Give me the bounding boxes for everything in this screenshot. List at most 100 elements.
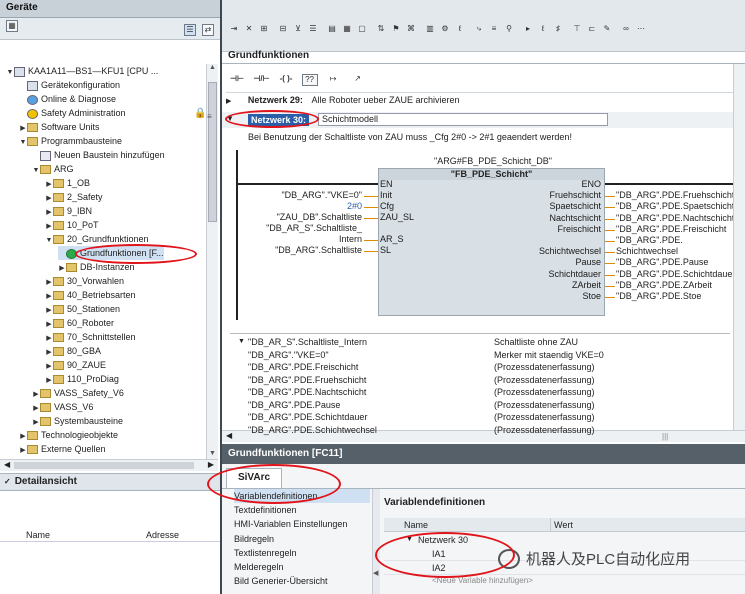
expand-down-icon[interactable]: ▼ — [238, 338, 245, 345]
symbol-name[interactable]: "DB_ARG".PDE.Freischicht — [248, 362, 358, 372]
param-icon[interactable]: ♯ — [552, 24, 564, 36]
fb-output-actual[interactable]: "DB_ARG".PDE.Stoe — [616, 291, 701, 301]
nav-item[interactable]: Bild Generier-Übersicht — [234, 574, 328, 588]
detail-col-address[interactable]: Adresse — [146, 528, 179, 542]
network-view-icon[interactable]: ⇄ — [202, 24, 214, 36]
fb-input-actual[interactable]: 2#0 — [347, 201, 362, 211]
delete-icon[interactable]: ✕ — [243, 24, 255, 36]
tool-icon[interactable]: ✎ — [601, 24, 613, 36]
variable-icon[interactable]: ⌘ — [405, 24, 417, 36]
contact-icon[interactable]: ℓ — [454, 24, 466, 36]
tree-item[interactable]: ▶ VASS_V6 — [32, 400, 93, 414]
pin-icon[interactable]: ⊻ — [292, 24, 304, 36]
nav-item[interactable]: Textdefinitionen — [234, 503, 297, 517]
glasses-icon[interactable]: ∞ — [620, 24, 632, 36]
fb-output-actual[interactable]: Schichtwechsel — [616, 246, 678, 256]
nav-item[interactable]: Melderegeln — [234, 560, 284, 574]
fb-output-actual[interactable]: "DB_ARG".PDE.Nachtschicht — [616, 213, 734, 223]
fb-output-actual[interactable]: "DB_ARG".PDE.Spaetschicht — [616, 201, 734, 211]
tree-item[interactable]: ▶ 9_IBN — [45, 204, 92, 218]
view-toggle-icon[interactable]: ☰ — [184, 24, 196, 36]
fb-output-actual[interactable]: "DB_ARG".PDE. — [616, 235, 683, 245]
tree-item[interactable]: ▶ Technologieobjekte — [19, 428, 118, 442]
nav-item[interactable]: Bildregeln — [234, 532, 274, 546]
tree-item[interactable]: ▶ Software Units — [19, 120, 100, 134]
table-icon[interactable]: ▥ — [424, 24, 436, 36]
fb-input-actual[interactable]: "DB_AR_S".Schaltliste_ — [266, 223, 362, 233]
instance-db[interactable]: "ARG#FB_PDE_Schicht_DB" — [434, 156, 552, 166]
list-icon[interactable]: ☰ — [307, 24, 319, 36]
network-30-title[interactable]: Schichtmodell — [318, 113, 608, 126]
nav-item[interactable]: HMI-Variablen Einstellungen — [234, 517, 347, 531]
fb-input-actual[interactable]: "ZAU_DB".Schaltliste — [277, 212, 362, 222]
tree-scrollbar[interactable]: ▲ ▼ — [206, 64, 218, 459]
nav-scrollbar[interactable]: ◀ — [372, 489, 380, 594]
expand-right-icon[interactable]: ▶ — [226, 98, 231, 105]
tree-item[interactable]: ▶ 50_Stationen — [45, 302, 120, 316]
tree-item[interactable]: ▼ KAA1A11—BS1—KFU1 [CPU ... — [6, 64, 158, 78]
watch-icon[interactable]: ⚲ — [503, 24, 515, 36]
tree-item[interactable]: ▶ 110_ProDiag — [45, 372, 119, 386]
symbol-name[interactable]: "DB_ARG"."VKE=0" — [248, 350, 329, 360]
tree-item[interactable]: ▶ 90_ZAUE — [45, 358, 106, 372]
fb-input-actual[interactable]: "DB_ARG"."VKE=0" — [281, 190, 362, 200]
symbol-icon[interactable]: ⚑ — [390, 24, 402, 36]
tree-hscrollbar[interactable]: ◀ ▶ — [0, 459, 218, 471]
tree-item[interactable]: ▶ 2_Safety — [45, 190, 103, 204]
close-branch-icon[interactable]: ↗ — [349, 74, 367, 86]
symbol-name[interactable]: "DB_ARG".PDE.Pause — [248, 400, 340, 410]
network-29-row[interactable]: ▶ Netzwerk 29: Alle Roboter ueber ZAUE a… — [226, 95, 460, 105]
grid-icon[interactable]: ▤ — [326, 24, 338, 36]
expand-open-icon[interactable]: ▼ — [6, 66, 14, 80]
menu-icon[interactable]: ≡ — [207, 112, 212, 121]
tree-item[interactable]: ▶ 80_GBA — [45, 344, 101, 358]
tree-item[interactable]: ▼ ARG — [32, 162, 74, 176]
expand-open-icon[interactable]: ▼ — [32, 164, 40, 178]
tree-item[interactable]: ▶ 10_PoT — [45, 218, 99, 232]
no-contact-icon[interactable]: ⊣⊢ — [228, 74, 246, 86]
symbol-name[interactable]: "DB_AR_S".Schaltliste_Intern — [248, 337, 367, 347]
insert-row-icon[interactable]: ⊞ — [258, 24, 270, 36]
mode-icon[interactable]: ⚙ — [439, 24, 451, 36]
fb-output-actual[interactable]: "DB_ARG".PDE.Pause — [616, 257, 708, 267]
tree-item[interactable]: Online & Diagnose — [19, 92, 116, 106]
project-icon[interactable]: ▦ — [6, 20, 18, 32]
fb-output-actual[interactable]: "DB_ARG".PDE.Schichtdauer — [616, 269, 735, 279]
network-icon[interactable]: ⊏ — [586, 24, 598, 36]
tree-item[interactable]: Neuen Baustein hinzufügen — [32, 148, 165, 162]
tree-item[interactable]: ▶ Systembausteine — [32, 414, 123, 428]
symbol-name[interactable]: "DB_ARG".PDE.Schichtwechsel — [248, 425, 377, 435]
tree-item[interactable]: Safety Administration — [19, 106, 126, 120]
tree-item[interactable]: ▶ 40_Betriebsarten — [45, 288, 136, 302]
expand-open-icon[interactable]: ▼ — [45, 234, 53, 248]
fb-output-actual[interactable]: "DB_ARG".PDE.Fruehschicht — [616, 190, 734, 200]
tree-item[interactable]: ▶ VASS_Safety_V6 — [32, 386, 124, 400]
nav-item[interactable]: Textlistenregeln — [234, 546, 297, 560]
open-branch-icon[interactable]: ↦ — [324, 74, 342, 86]
nc-contact-icon[interactable]: ⊣/⊢ — [253, 74, 271, 86]
expand-open-icon[interactable]: ▼ — [19, 136, 27, 150]
tree-item[interactable]: ▶ 60_Roboter — [45, 316, 114, 330]
coil-icon[interactable]: -( )- — [277, 74, 295, 86]
monitor-icon[interactable]: ▸ — [522, 24, 534, 36]
absolute-icon[interactable]: ⇅ — [375, 24, 387, 36]
col-name[interactable]: Name — [404, 518, 428, 532]
tree-item[interactable]: ▶ 30_Vorwahlen — [45, 274, 124, 288]
tree-scroll-thumb[interactable] — [208, 82, 217, 222]
remove-row-icon[interactable]: ⊟ — [277, 24, 289, 36]
call-icon[interactable]: ℓ — [537, 24, 549, 36]
detail-view-header[interactable]: ✓ Detailansicht — [0, 473, 220, 491]
fb-input-actual[interactable]: Intern — [339, 234, 362, 244]
editor-scrollbar[interactable] — [733, 64, 745, 430]
list2-icon[interactable]: ▦ — [341, 24, 353, 36]
detail-col-name[interactable]: Name — [26, 528, 50, 542]
expand-closed-icon[interactable]: ▶ — [19, 444, 27, 458]
block-icon[interactable]: ⊤ — [571, 24, 583, 36]
comment-icon[interactable]: ▢ — [356, 24, 368, 36]
align-icon[interactable]: ≡ — [488, 24, 500, 36]
tree-item[interactable]: ▶ 70_Schnittstellen — [45, 330, 136, 344]
tree-item[interactable]: ▶ Externe Quellen — [19, 442, 106, 456]
tree-item[interactable]: ▶ 1_OB — [45, 176, 90, 190]
empty-box-icon[interactable]: ?? — [301, 74, 318, 86]
col-value[interactable]: Wert — [550, 518, 573, 532]
